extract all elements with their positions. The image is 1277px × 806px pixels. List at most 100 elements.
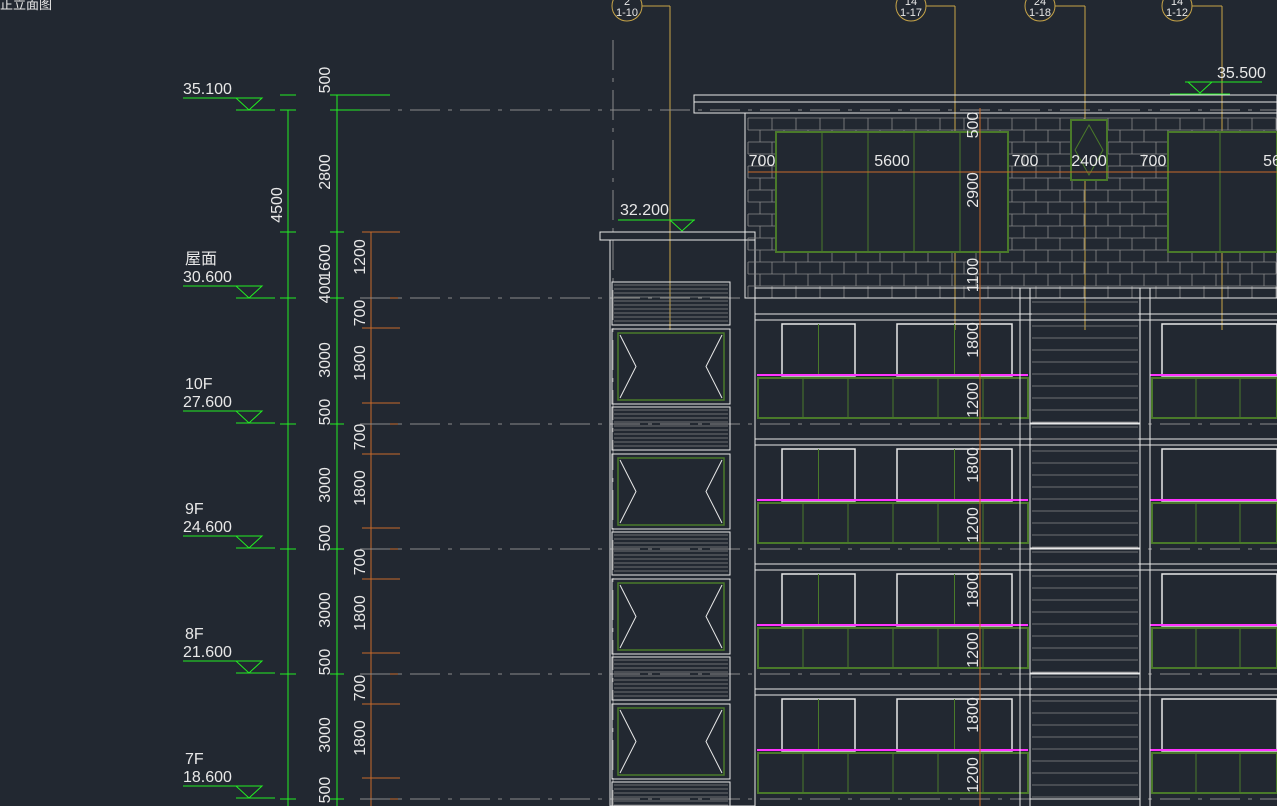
stair-window-swing xyxy=(705,459,723,524)
level-elevation: 30.600 xyxy=(183,269,232,286)
dim-text-floor: 3000 xyxy=(317,717,334,753)
stair-louver xyxy=(611,406,731,451)
dim-text-floor: 500 xyxy=(317,525,334,552)
dim-text-floor: 3000 xyxy=(317,342,334,378)
dim-text-floor: 400 xyxy=(317,277,334,304)
dim-text-facade: 1200 xyxy=(965,507,982,543)
level-triangle xyxy=(234,410,264,424)
axis-label-bottom: 1-10 xyxy=(616,7,638,19)
dim-text-facade: 1800 xyxy=(965,697,982,733)
stair-window-frame xyxy=(611,328,731,405)
balcony-window-right xyxy=(1161,448,1277,502)
axis-label-bottom: 1-17 xyxy=(900,7,922,19)
dim-text-floor: 2800 xyxy=(317,154,334,190)
elevation-drawing: 21-10141-17241-18141-1235.100屋面30.60010F… xyxy=(183,0,1277,806)
level-elevation-right: 35.500 xyxy=(1217,65,1266,82)
dim-text-sub: 700 xyxy=(352,549,369,576)
balcony-railing-right xyxy=(1151,752,1277,794)
level-triangle xyxy=(234,97,264,111)
level-name: 10F xyxy=(185,376,213,393)
stair-window xyxy=(617,332,725,401)
stair-window-frame xyxy=(611,453,731,530)
stair-window xyxy=(617,457,725,526)
dim-text-floor: 500 xyxy=(317,777,334,804)
axis-label-bottom: 1-18 xyxy=(1029,7,1051,19)
dim-text-floor: 3000 xyxy=(317,467,334,503)
axis-label-bottom: 1-12 xyxy=(1166,7,1188,19)
dim-text-sub: 700 xyxy=(352,300,369,327)
stair-window-frame xyxy=(611,703,731,780)
balcony-window-right xyxy=(1161,323,1277,377)
balcony-railing-right xyxy=(1151,627,1277,669)
dim-text-horizontal: 700 xyxy=(749,153,776,170)
dim-text-floor: 1600 xyxy=(317,244,334,280)
dim-text-facade: 1200 xyxy=(965,757,982,793)
stair-louver xyxy=(611,656,731,701)
stair-window-swing xyxy=(705,584,723,649)
dim-text-facade: 1800 xyxy=(965,322,982,358)
level-triangle xyxy=(668,219,696,232)
brick-column xyxy=(1029,422,1141,550)
dim-text-floor: 500 xyxy=(317,399,334,426)
level-name: 屋面 xyxy=(185,251,217,268)
dim-text-floor: 500 xyxy=(317,67,334,94)
stair-window-swing xyxy=(619,709,637,774)
level-triangle xyxy=(234,660,264,674)
dim-text-sub: 700 xyxy=(352,424,369,451)
brick-column xyxy=(1029,672,1141,800)
stair-window-swing xyxy=(619,459,637,524)
dim-text-horizontal: 56 xyxy=(1263,153,1277,170)
dim-text-facade: 1800 xyxy=(965,447,982,483)
stair-louver xyxy=(611,781,731,806)
dim-text-horizontal: 2400 xyxy=(1071,153,1107,170)
dim-text-sub: 1200 xyxy=(352,239,369,275)
dim-text-facade: 1200 xyxy=(965,632,982,668)
stair-window-swing xyxy=(705,334,723,399)
level-elevation: 18.600 xyxy=(183,769,232,786)
stair-window-frame xyxy=(611,578,731,655)
dim-text-facade: 1100 xyxy=(965,258,982,293)
balcony-window-right xyxy=(1161,573,1277,627)
dim-text-sub: 700 xyxy=(352,675,369,702)
level-triangle xyxy=(234,285,264,299)
stair-window-swing xyxy=(619,584,637,649)
level-elevation: 27.600 xyxy=(183,394,232,411)
upper-window-right xyxy=(1167,131,1277,253)
balcony-window-right xyxy=(1161,698,1277,752)
stair-window xyxy=(617,582,725,651)
dim-text-facade: 500 xyxy=(965,112,982,139)
level-elevation: 21.600 xyxy=(183,644,232,661)
level-elevation: 35.100 xyxy=(183,81,232,98)
balcony-railing-right xyxy=(1151,377,1277,419)
level-name: 9F xyxy=(185,501,204,518)
dim-text-sub: 1800 xyxy=(352,720,369,756)
center-window xyxy=(1070,119,1108,181)
level-triangle xyxy=(234,535,264,549)
stair-louver xyxy=(611,531,731,576)
dim-text-sub: 1800 xyxy=(352,595,369,631)
dim-text-sub: 1800 xyxy=(352,470,369,506)
dim-text-horizontal: 5600 xyxy=(874,153,910,170)
level-elevation-right: 32.200 xyxy=(620,202,669,219)
stair-window-swing xyxy=(619,334,637,399)
stair-window-swing xyxy=(705,709,723,774)
brick-column xyxy=(1029,547,1141,675)
dim-text-floor: 500 xyxy=(317,649,334,676)
stair-louver xyxy=(611,281,731,326)
stair-roof xyxy=(599,231,756,241)
dim-text-horizontal: 700 xyxy=(1012,153,1039,170)
level-triangle xyxy=(1186,81,1214,94)
dim-text-horizontal: 700 xyxy=(1140,153,1167,170)
dim-text-facade: 1800 xyxy=(965,572,982,608)
dim-text-sub: 1800 xyxy=(352,345,369,381)
level-name: 7F xyxy=(185,751,204,768)
dim-text-facade: 1200 xyxy=(965,382,982,418)
balcony-railing-right xyxy=(1151,502,1277,544)
stair-window xyxy=(617,707,725,776)
dim-text-facade: 2900 xyxy=(965,172,982,208)
level-elevation: 24.600 xyxy=(183,519,232,536)
dim-text-overall: 4500 xyxy=(269,187,286,223)
level-triangle xyxy=(234,785,264,799)
dim-text-floor: 3000 xyxy=(317,592,334,628)
level-name: 8F xyxy=(185,626,204,643)
